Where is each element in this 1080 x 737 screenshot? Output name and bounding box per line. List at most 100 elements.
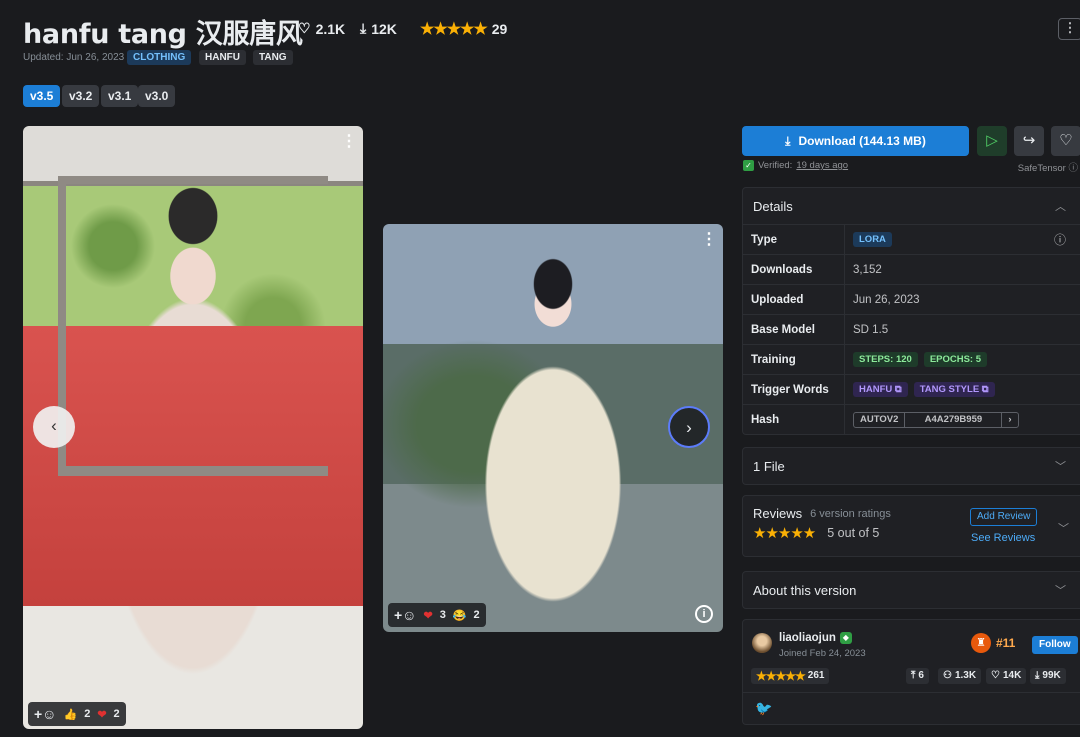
- copy-icon: ⧉: [981, 384, 989, 395]
- trigger-word-tang-style[interactable]: TANG STYLE ⧉: [913, 382, 995, 397]
- copy-icon: ⧉: [894, 384, 902, 395]
- star-rating-icon: ★★★★★: [420, 21, 488, 38]
- hash-type[interactable]: AUTOV2: [854, 413, 904, 427]
- details-heading: Details: [753, 198, 793, 214]
- version-tab-v3-1[interactable]: v3.1: [101, 85, 139, 107]
- detail-row-training: Training STEPS: 120 EPOCHS: 5: [743, 344, 1080, 374]
- followers-count: 1.3K: [954, 670, 977, 681]
- detail-key: Training: [743, 345, 845, 374]
- version-tab-v3-0[interactable]: v3.0: [138, 85, 176, 107]
- creator-likes: ♡ 14K: [986, 668, 1027, 684]
- tag-clothing[interactable]: CLOTHING: [127, 50, 192, 65]
- verified-badge-icon: ◆: [839, 632, 852, 644]
- heart-reaction-icon[interactable]: ❤: [97, 708, 106, 721]
- next-image-button[interactable]: ›: [668, 406, 710, 448]
- detail-row-uploaded: Uploaded Jun 26, 2023: [743, 284, 1080, 314]
- uploads-count: 6: [918, 670, 924, 681]
- type-badge: LORA: [853, 232, 892, 247]
- image-2-menu-icon[interactable]: ⋮: [701, 232, 717, 248]
- star-rating-icon: ★★★★★: [753, 525, 816, 542]
- avatar[interactable]: [752, 633, 772, 653]
- detail-row-base-model: Base Model SD 1.5: [743, 314, 1080, 344]
- download-button[interactable]: ⤓ Download (144.13 MB): [742, 126, 969, 156]
- window-frame: [58, 176, 328, 476]
- heart-reaction-icon[interactable]: ❤: [423, 609, 432, 622]
- detail-key: Hash: [743, 405, 845, 434]
- heart-icon: ♡: [298, 20, 311, 36]
- chevron-right-icon[interactable]: ›: [1002, 413, 1017, 427]
- tag-hanfu[interactable]: HANFU: [199, 50, 246, 65]
- chevron-up-icon: ︿: [1055, 201, 1066, 213]
- see-reviews-link[interactable]: See Reviews: [971, 532, 1035, 544]
- version-tab-v3-2[interactable]: v3.2: [62, 85, 100, 107]
- download-label: Download (144.13 MB): [798, 134, 926, 148]
- share-button[interactable]: ↪: [1014, 126, 1044, 156]
- trigger-text: HANFU: [859, 384, 893, 395]
- reviews-count: 6 version ratings: [810, 507, 891, 520]
- image-info-icon[interactable]: i: [695, 605, 713, 623]
- creator-rating-count: 261: [807, 670, 825, 681]
- upload-icon: ⤒: [911, 670, 916, 681]
- verified-status: ✓ Verified: 19 days ago: [743, 160, 848, 171]
- detail-value: 3,152: [853, 263, 882, 276]
- detail-row-type: Type LORA ⓘ: [743, 224, 1080, 254]
- image-1-menu-icon[interactable]: ⋮: [341, 134, 357, 150]
- shield-check-icon: ✓: [743, 160, 754, 171]
- trigger-word-hanfu[interactable]: HANFU ⧉: [853, 382, 908, 397]
- creator-name[interactable]: liaoliaojun: [779, 632, 836, 644]
- hash-selector[interactable]: AUTOV2 A4A279B959 ›: [853, 411, 1019, 428]
- heart-count: 2: [113, 708, 120, 720]
- add-reaction-icon[interactable]: +☺: [394, 607, 416, 623]
- image-2-reactions[interactable]: +☺ ❤ 3 😂 2: [388, 603, 486, 627]
- hash-value[interactable]: A4A279B959: [904, 412, 1003, 427]
- chevron-down-icon: ﹀: [1055, 461, 1066, 473]
- like-button[interactable]: ♡: [1051, 126, 1080, 156]
- creator-followers: ⚇ 1.3K: [938, 668, 982, 684]
- download-icon: ⤓: [785, 133, 791, 148]
- tag-tang[interactable]: TANG: [253, 50, 293, 65]
- heart-icon: ♡: [991, 670, 1000, 681]
- add-review-button[interactable]: Add Review: [970, 508, 1038, 526]
- info-icon[interactable]: ⓘ: [1068, 163, 1078, 174]
- add-reaction-icon[interactable]: +☺: [34, 706, 56, 722]
- run-button[interactable]: ▷: [977, 126, 1007, 156]
- download-icon: ⤓: [1035, 670, 1040, 681]
- star-rating-icon: ★★★★★: [756, 669, 806, 683]
- info-icon[interactable]: ⓘ: [1054, 231, 1066, 248]
- trigger-text: TANG STYLE: [919, 384, 980, 395]
- review-score: 5 out of 5: [827, 526, 880, 540]
- files-panel[interactable]: 1 File ﹀: [742, 447, 1080, 485]
- chevron-down-icon[interactable]: ﹀: [1058, 520, 1069, 536]
- laugh-reaction-icon[interactable]: 😂: [453, 609, 467, 622]
- likes-count: 2.1K: [315, 20, 346, 37]
- trophy-icon: ♜: [971, 633, 991, 653]
- image-1-reactions[interactable]: +☺ 👍 2 ❤ 2: [28, 702, 126, 726]
- twitter-icon[interactable]: 🐦: [755, 700, 772, 717]
- downloads-count: 12K: [371, 20, 397, 37]
- creator-rating: ★★★★★ 261: [751, 668, 830, 684]
- follow-button[interactable]: Follow: [1032, 636, 1078, 654]
- about-heading: About this version: [753, 582, 857, 598]
- reviews-heading: Reviews: [753, 506, 803, 521]
- creator-downloads: ⤓ 99K: [1030, 668, 1066, 684]
- creator-joined: Joined Feb 24, 2023: [779, 648, 866, 659]
- files-heading: 1 File: [753, 458, 785, 474]
- detail-row-hash: Hash AUTOV2 A4A279B959 ›: [743, 404, 1080, 434]
- rating-stat[interactable]: ★★★★★ 29: [420, 19, 507, 39]
- likes-stat[interactable]: ♡ 2.1K: [298, 20, 345, 37]
- epochs-badge: EPOCHS: 5: [923, 352, 988, 367]
- detail-key: Base Model: [743, 315, 845, 344]
- rating-count: 29: [491, 21, 508, 37]
- details-header[interactable]: Details ︿: [743, 188, 1080, 224]
- play-icon: ▷: [986, 132, 998, 149]
- verified-label: Verified:: [758, 160, 793, 171]
- thumbs-up-icon[interactable]: 👍: [63, 708, 77, 721]
- more-menu-button[interactable]: ⋮: [1058, 18, 1080, 40]
- heart-icon: ♡: [1059, 132, 1073, 149]
- share-icon: ↪: [1022, 132, 1036, 149]
- about-panel[interactable]: About this version ﹀: [742, 571, 1080, 609]
- safetensor-text: SafeTensor: [1017, 163, 1066, 174]
- prev-image-button[interactable]: ‹: [33, 406, 75, 448]
- version-tab-v3-5[interactable]: v3.5: [23, 85, 61, 107]
- verified-ago[interactable]: 19 days ago: [796, 160, 848, 171]
